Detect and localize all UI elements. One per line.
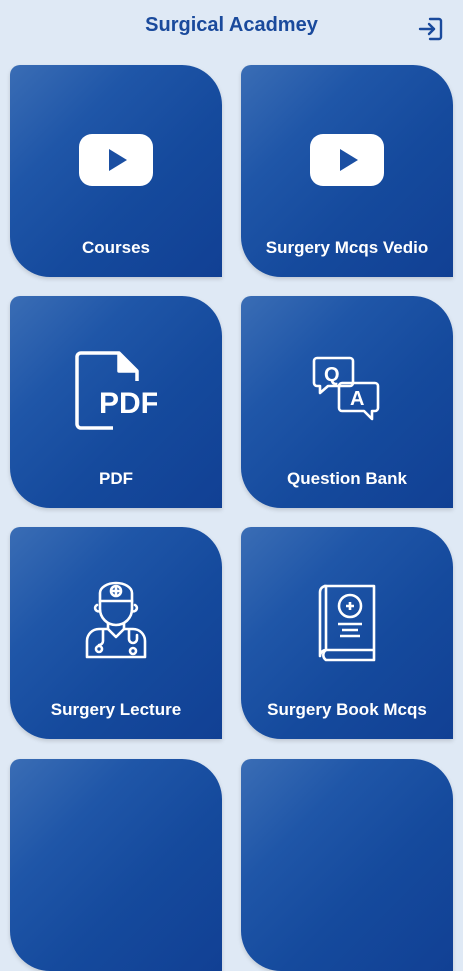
menu-tile-partial[interactable] <box>10 759 222 971</box>
courses-tile[interactable]: Courses <box>10 65 222 277</box>
medical-book-icon <box>241 572 453 672</box>
svg-text:PDF: PDF <box>99 387 157 420</box>
doctor-icon <box>10 569 222 669</box>
logout-icon <box>418 17 443 41</box>
question-bank-tile[interactable]: Q A Question Bank <box>241 296 453 508</box>
logout-button[interactable] <box>417 15 445 43</box>
tile-label: Courses <box>81 238 151 257</box>
tile-label: Surgery Lecture <box>50 700 182 719</box>
svg-text:A: A <box>350 388 364 410</box>
question-answer-icon: Q A <box>241 341 453 441</box>
app-header: Surgical Acadmey <box>0 0 463 56</box>
svg-text:Q: Q <box>324 364 340 386</box>
page-title: Surgical Acadmey <box>145 14 318 36</box>
surgery-mcqs-video-tile[interactable]: Surgery Mcqs Vedio <box>241 65 453 277</box>
tile-label: Surgery Mcqs Vedio <box>265 238 429 257</box>
menu-tile-partial[interactable] <box>241 759 453 971</box>
youtube-play-icon <box>10 110 222 210</box>
youtube-play-icon <box>241 110 453 210</box>
pdf-file-icon: PDF <box>10 341 222 441</box>
tile-label: Question Bank <box>287 469 407 488</box>
pdf-tile[interactable]: PDF PDF <box>10 296 222 508</box>
tile-label: PDF <box>99 469 133 488</box>
surgery-book-mcqs-tile[interactable]: Surgery Book Mcqs <box>241 527 453 739</box>
tile-label: Surgery Book Mcqs <box>267 700 427 719</box>
surgery-lecture-tile[interactable]: Surgery Lecture <box>10 527 222 739</box>
